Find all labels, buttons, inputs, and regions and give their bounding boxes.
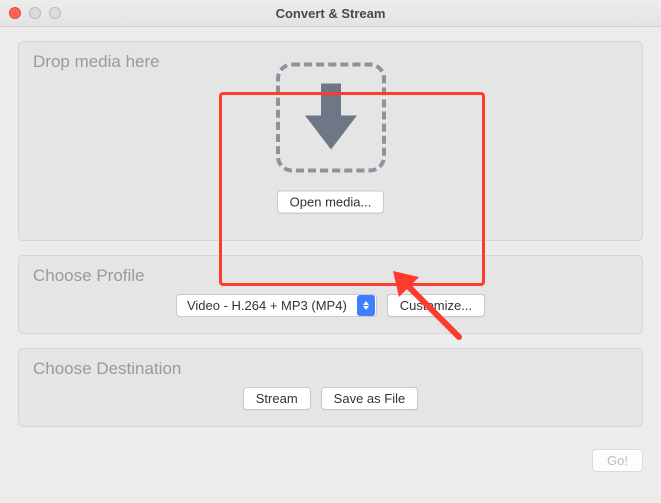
drop-media-panel[interactable]: Drop media here Open media...	[18, 41, 643, 241]
destination-panel-title: Choose Destination	[33, 359, 628, 379]
stream-button[interactable]: Stream	[243, 387, 311, 410]
open-media-button[interactable]: Open media...	[277, 190, 385, 213]
window-title: Convert & Stream	[0, 6, 661, 21]
titlebar: Convert & Stream	[0, 0, 661, 27]
content-area: Drop media here Open media... Choose Pro…	[0, 27, 661, 449]
choose-profile-panel: Choose Profile Video - H.264 + MP3 (MP4)…	[18, 255, 643, 334]
go-button[interactable]: Go!	[592, 449, 643, 472]
footer-row: Go!	[0, 449, 661, 472]
select-arrows-icon	[357, 295, 375, 316]
profile-select-value: Video - H.264 + MP3 (MP4)	[187, 298, 347, 313]
save-as-file-button[interactable]: Save as File	[321, 387, 419, 410]
choose-destination-panel: Choose Destination Stream Save as File	[18, 348, 643, 427]
drop-target-icon	[276, 62, 386, 172]
customize-button[interactable]: Customize...	[387, 294, 485, 317]
profile-select[interactable]: Video - H.264 + MP3 (MP4)	[176, 294, 377, 317]
download-arrow-icon	[301, 79, 361, 155]
profile-panel-title: Choose Profile	[33, 266, 628, 286]
